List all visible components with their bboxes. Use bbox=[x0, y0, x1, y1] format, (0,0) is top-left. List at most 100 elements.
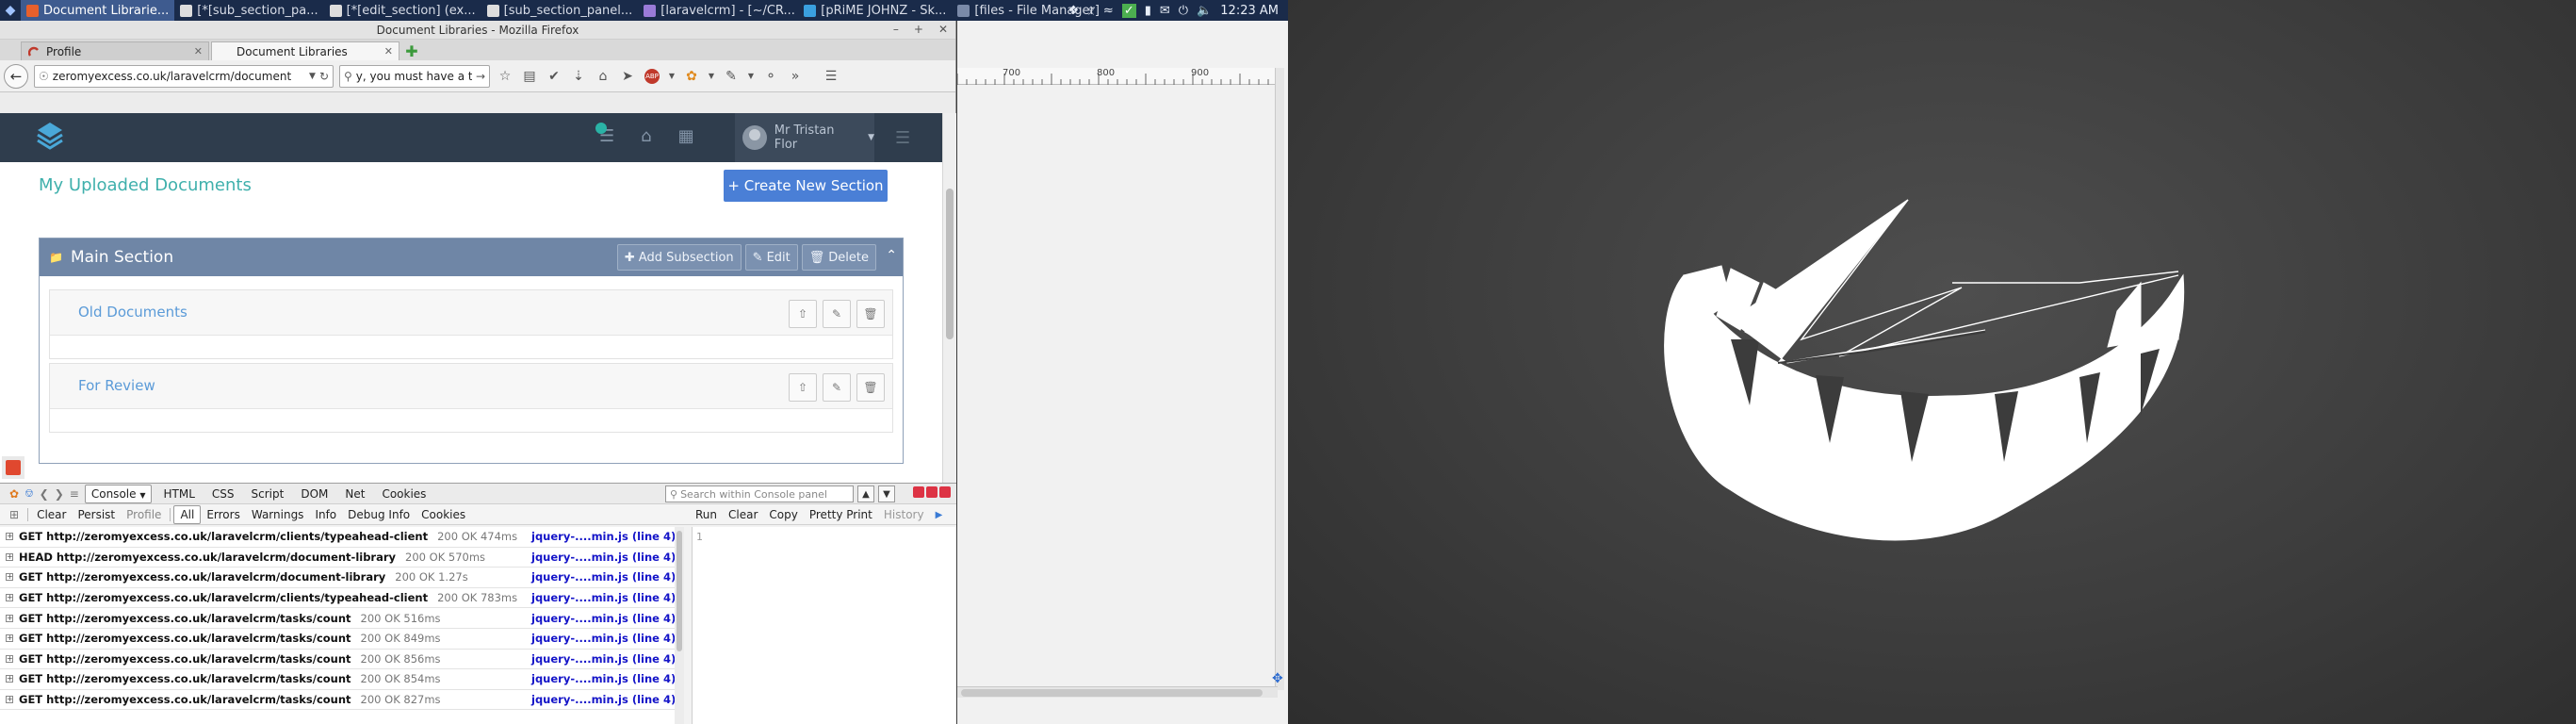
reading-list-icon[interactable]: ▤ bbox=[520, 66, 539, 87]
firebug-logo-icon[interactable]: ✿ bbox=[9, 487, 19, 501]
tab-document-libraries[interactable]: Document Libraries ✕ bbox=[211, 41, 399, 60]
firebug-close-icon[interactable] bbox=[939, 486, 951, 498]
editor-collapse-icon[interactable]: ▶ bbox=[936, 510, 943, 520]
home-icon[interactable]: ⌂ bbox=[594, 66, 612, 87]
taskbar-task[interactable]: Document Librarie... bbox=[21, 0, 175, 21]
firebug-minimize-icon[interactable] bbox=[913, 486, 924, 498]
history-button[interactable]: History bbox=[884, 508, 924, 521]
tab-html[interactable]: HTML bbox=[157, 485, 200, 502]
log-row[interactable]: + GET http://zeromyexcess.co.uk/laravelcr… bbox=[0, 568, 678, 588]
wifi-icon[interactable]: ≈ bbox=[1103, 4, 1114, 18]
page-scrollbar[interactable] bbox=[942, 113, 956, 502]
dropbox-icon[interactable]: ❖ bbox=[1068, 4, 1079, 18]
mail-icon[interactable]: ✉ bbox=[1160, 4, 1170, 18]
expand-icon[interactable]: + bbox=[6, 614, 13, 622]
canvas-vertical-scrollbar[interactable] bbox=[1275, 68, 1284, 690]
filter-errors[interactable]: Errors bbox=[201, 506, 246, 523]
filter-warnings[interactable]: Warnings bbox=[246, 506, 310, 523]
delete-subsection-button[interactable]: 🗑 bbox=[856, 300, 885, 328]
tab-dom[interactable]: DOM bbox=[295, 485, 334, 502]
log-source-link[interactable]: jquery-....min.js (line 4) bbox=[531, 612, 676, 625]
download-icon[interactable]: ⇣ bbox=[569, 66, 588, 87]
tab-css[interactable]: CSS bbox=[206, 485, 240, 502]
edit-subsection-button[interactable]: ✎ bbox=[823, 300, 851, 328]
search-up-button[interactable]: ▲ bbox=[857, 485, 874, 502]
taskbar-task[interactable]: [*[sub_section_pa... bbox=[174, 0, 323, 21]
clock[interactable]: 12:23 AM bbox=[1220, 4, 1279, 18]
tools-icon[interactable]: ✎ bbox=[722, 66, 741, 87]
menu-hamburger-icon[interactable]: ☰ bbox=[822, 66, 840, 87]
expand-icon[interactable]: + bbox=[6, 573, 13, 582]
search-bar[interactable]: ⚲ y, you must have a t → bbox=[339, 64, 490, 88]
firebug-menu-icon[interactable]: ▼ bbox=[707, 66, 716, 87]
log-row[interactable]: + GET http://zeromyexcess.co.uk/laravelcr… bbox=[0, 588, 678, 609]
log-row[interactable]: + GET http://zeromyexcess.co.uk/laravelcr… bbox=[0, 650, 678, 670]
log-row[interactable]: + GET http://zeromyexcess.co.uk/laravelcr… bbox=[0, 690, 678, 711]
filter-persist[interactable]: Persist bbox=[72, 506, 121, 523]
chat-icon[interactable]: ⚬ bbox=[761, 66, 780, 87]
tab-script[interactable]: Script bbox=[246, 485, 290, 502]
new-tab-button[interactable]: ✚ bbox=[401, 41, 422, 60]
inspect-icon[interactable]: ⎊ bbox=[24, 486, 34, 501]
user-menu[interactable]: Mr Tristan Flor ▼ bbox=[735, 113, 874, 162]
search-down-button[interactable]: ▼ bbox=[878, 485, 895, 502]
filter-all[interactable]: All bbox=[173, 504, 202, 524]
delete-section-button[interactable]: 🗑 Delete bbox=[801, 244, 876, 271]
close-tab-icon[interactable]: ✕ bbox=[384, 45, 393, 58]
taskbar-task[interactable]: [laravelcrm] - [~/CR... bbox=[638, 0, 798, 21]
command-editor[interactable]: 1 bbox=[692, 527, 956, 724]
page-scrollbar-thumb[interactable] bbox=[946, 189, 954, 339]
filter-profile[interactable]: Profile bbox=[121, 506, 167, 523]
firebug-detach-icon[interactable] bbox=[926, 486, 937, 498]
expand-icon[interactable]: + bbox=[6, 594, 13, 602]
tab-cookies[interactable]: Cookies bbox=[376, 485, 432, 502]
calendar-icon[interactable]: ▦ bbox=[678, 126, 694, 146]
close-window-icon[interactable]: ✕ bbox=[938, 23, 948, 36]
taskbar-task[interactable]: [sub_section_panel... bbox=[481, 0, 639, 21]
expand-icon[interactable]: + bbox=[6, 696, 13, 704]
overflow-chevron-icon[interactable]: » bbox=[786, 66, 805, 87]
bluetooth-icon[interactable]: ᛟ bbox=[1087, 4, 1095, 18]
tab-console[interactable]: Console ▼ bbox=[84, 484, 153, 503]
add-subsection-button[interactable]: ✚ Add Subsection bbox=[616, 244, 742, 271]
log-source-link[interactable]: jquery-....min.js (line 4) bbox=[531, 530, 676, 543]
log-source-link[interactable]: jquery-....min.js (line 4) bbox=[531, 551, 676, 564]
expand-icon[interactable]: + bbox=[6, 675, 13, 683]
tools-menu-icon[interactable]: ▼ bbox=[746, 66, 756, 87]
copy-button[interactable]: Copy bbox=[769, 508, 797, 521]
filter-info[interactable]: Info bbox=[309, 506, 342, 523]
tab-net[interactable]: Net bbox=[339, 485, 370, 502]
log-row[interactable]: + GET http://zeromyexcess.co.uk/laravelcr… bbox=[0, 629, 678, 650]
log-row[interactable]: + GET http://zeromyexcess.co.uk/laravelcr… bbox=[0, 669, 678, 690]
log-source-link[interactable]: jquery-....min.js (line 4) bbox=[531, 570, 676, 584]
expand-icon[interactable]: + bbox=[6, 533, 13, 541]
subsection-title[interactable]: Old Documents bbox=[78, 304, 187, 321]
log-source-link[interactable]: jquery-....min.js (line 4) bbox=[531, 672, 676, 685]
minimize-icon[interactable]: – bbox=[893, 23, 899, 36]
console-search-input[interactable]: ⚲ Search within Console panel bbox=[665, 485, 854, 502]
canvas-horizontal-scrollbar[interactable] bbox=[957, 686, 1278, 698]
url-dropdown-icon[interactable]: ▼ bbox=[309, 72, 316, 81]
site-identity-icon[interactable]: ☉ bbox=[39, 70, 49, 83]
update-check-icon[interactable]: ✓ bbox=[1121, 3, 1136, 18]
filter-clear[interactable]: Clear bbox=[31, 506, 72, 523]
app-logo[interactable] bbox=[36, 121, 64, 153]
firebug-status-icon[interactable] bbox=[2, 456, 24, 479]
maximize-icon[interactable]: + bbox=[914, 23, 923, 36]
close-tab-icon[interactable]: ✕ bbox=[194, 45, 203, 58]
start-menu-icon[interactable]: ◆ bbox=[0, 0, 21, 21]
firebug-icon[interactable]: ✿ bbox=[682, 66, 701, 87]
create-new-section-button[interactable]: + Create New Section bbox=[724, 170, 888, 202]
console-scrollbar[interactable] bbox=[675, 527, 684, 724]
filter-cookies[interactable]: Cookies bbox=[416, 506, 471, 523]
volume-icon[interactable]: 🔈 bbox=[1197, 4, 1212, 18]
search-go-icon[interactable]: → bbox=[476, 70, 485, 83]
collapse-chevron-icon[interactable]: ⌃ bbox=[886, 248, 897, 263]
battery-icon[interactable]: ▮ bbox=[1145, 4, 1151, 18]
log-row[interactable]: + HEAD http://zeromyexcess.co.uk/laravelc… bbox=[0, 548, 678, 568]
console-scrollbar-thumb[interactable] bbox=[677, 531, 682, 651]
delete-subsection-button[interactable]: 🗑 bbox=[856, 373, 885, 402]
url-bar[interactable]: ☉ zeromyexcess.co.uk/laravelcrm/document… bbox=[34, 64, 334, 88]
reload-icon[interactable]: ↻ bbox=[319, 70, 329, 83]
log-source-link[interactable]: jquery-....min.js (line 4) bbox=[531, 693, 676, 706]
